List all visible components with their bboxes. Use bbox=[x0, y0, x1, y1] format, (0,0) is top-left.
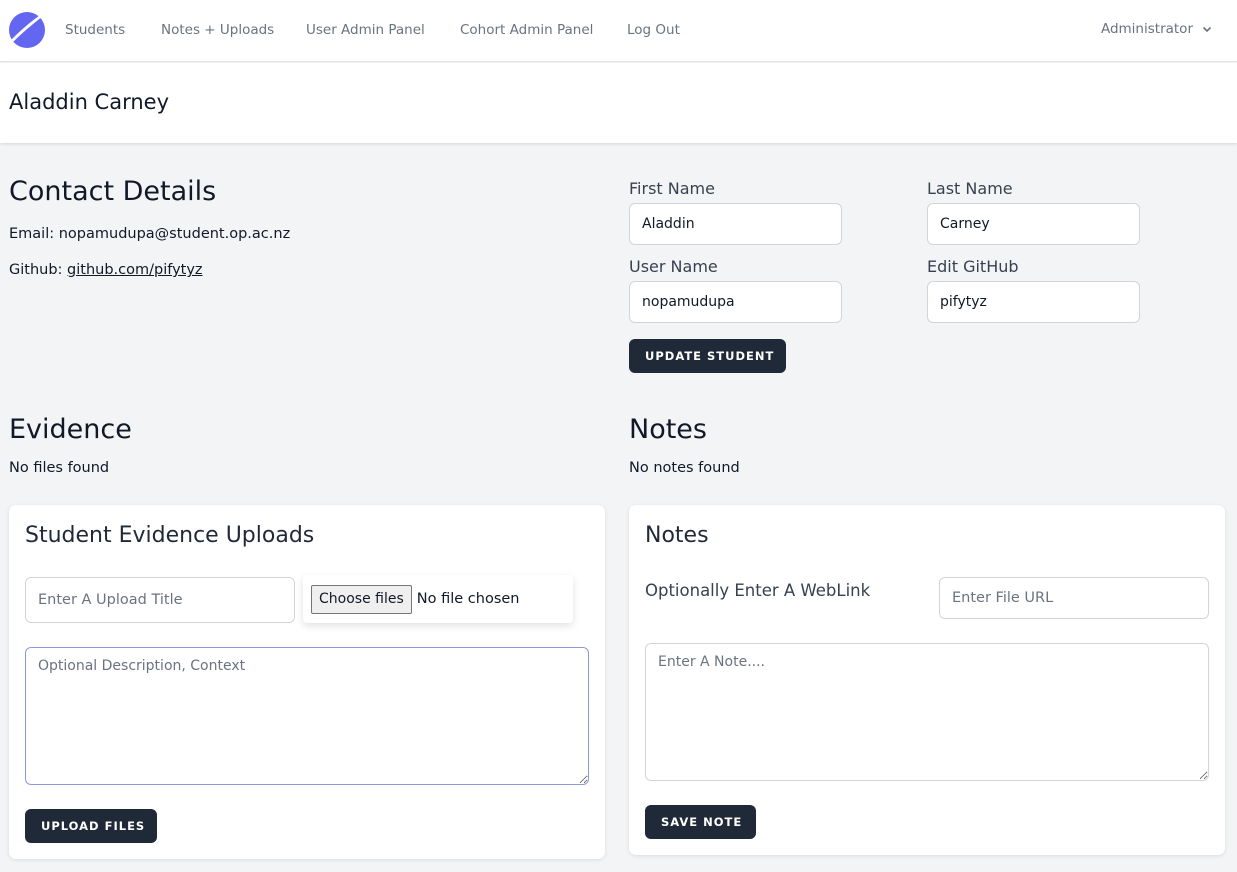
notes-card-title: Notes bbox=[645, 523, 709, 548]
notes-card: Notes Optionally Enter A WebLink SAVE NO… bbox=[629, 505, 1225, 855]
file-status: No file chosen bbox=[416, 591, 520, 607]
email-label: Email: bbox=[9, 226, 55, 242]
notes-heading: Notes bbox=[629, 414, 707, 445]
first-name-label: First Name bbox=[629, 179, 715, 198]
last-name-label: Last Name bbox=[927, 179, 1013, 198]
update-student-button[interactable]: UPDATE STUDENT bbox=[629, 339, 786, 373]
nav-link-user-admin[interactable]: User Admin Panel bbox=[306, 22, 425, 38]
user-menu[interactable]: Administrator bbox=[1101, 21, 1213, 37]
upload-description-textarea[interactable] bbox=[25, 647, 589, 785]
email-value: nopamudupa@student.op.ac.nz bbox=[58, 226, 291, 242]
upload-files-button[interactable]: UPLOAD FILES bbox=[25, 809, 157, 843]
file-url-input[interactable] bbox=[939, 577, 1209, 619]
contact-heading: Contact Details bbox=[9, 176, 217, 207]
contact-github: Github: github.com/pifytyz bbox=[9, 262, 203, 278]
edit-github-input[interactable] bbox=[927, 281, 1140, 323]
save-note-button[interactable]: SAVE NOTE bbox=[645, 805, 756, 839]
upload-title-input[interactable] bbox=[25, 577, 295, 623]
nav-link-logout[interactable]: Log Out bbox=[627, 22, 680, 38]
notes-empty-text: No notes found bbox=[629, 460, 740, 476]
github-label: Github: bbox=[9, 262, 63, 278]
contact-email: Email: nopamudupa@student.op.ac.nz bbox=[9, 226, 290, 242]
nav-link-notes-uploads[interactable]: Notes + Uploads bbox=[161, 22, 274, 38]
evidence-heading: Evidence bbox=[9, 414, 132, 445]
file-picker: Choose files No file chosen bbox=[303, 575, 573, 623]
nav-link-cohort-admin[interactable]: Cohort Admin Panel bbox=[460, 22, 593, 38]
github-link[interactable]: github.com/pifytyz bbox=[67, 262, 203, 278]
last-name-input[interactable] bbox=[927, 203, 1140, 245]
first-name-input[interactable] bbox=[629, 203, 842, 245]
evidence-empty-text: No files found bbox=[9, 460, 110, 476]
upload-card: Student Evidence Uploads Choose files No… bbox=[9, 505, 605, 859]
upload-card-title: Student Evidence Uploads bbox=[25, 523, 315, 548]
user-name-label: User Name bbox=[629, 257, 718, 276]
user-menu-label: Administrator bbox=[1100, 21, 1193, 37]
edit-github-label: Edit GitHub bbox=[927, 257, 1019, 276]
page-header: Aladdin Carney bbox=[0, 63, 1237, 143]
moon-logo-icon[interactable] bbox=[9, 12, 45, 48]
nav-link-students[interactable]: Students bbox=[65, 22, 125, 38]
top-nav: Students Notes + Uploads User Admin Pane… bbox=[0, 0, 1237, 62]
page-title: Aladdin Carney bbox=[9, 90, 170, 114]
choose-files-button[interactable]: Choose files bbox=[311, 584, 412, 614]
weblink-label: Optionally Enter A WebLink bbox=[645, 581, 871, 600]
chevron-down-icon bbox=[1202, 26, 1212, 33]
user-name-input[interactable] bbox=[629, 281, 842, 323]
note-textarea[interactable] bbox=[645, 643, 1209, 781]
